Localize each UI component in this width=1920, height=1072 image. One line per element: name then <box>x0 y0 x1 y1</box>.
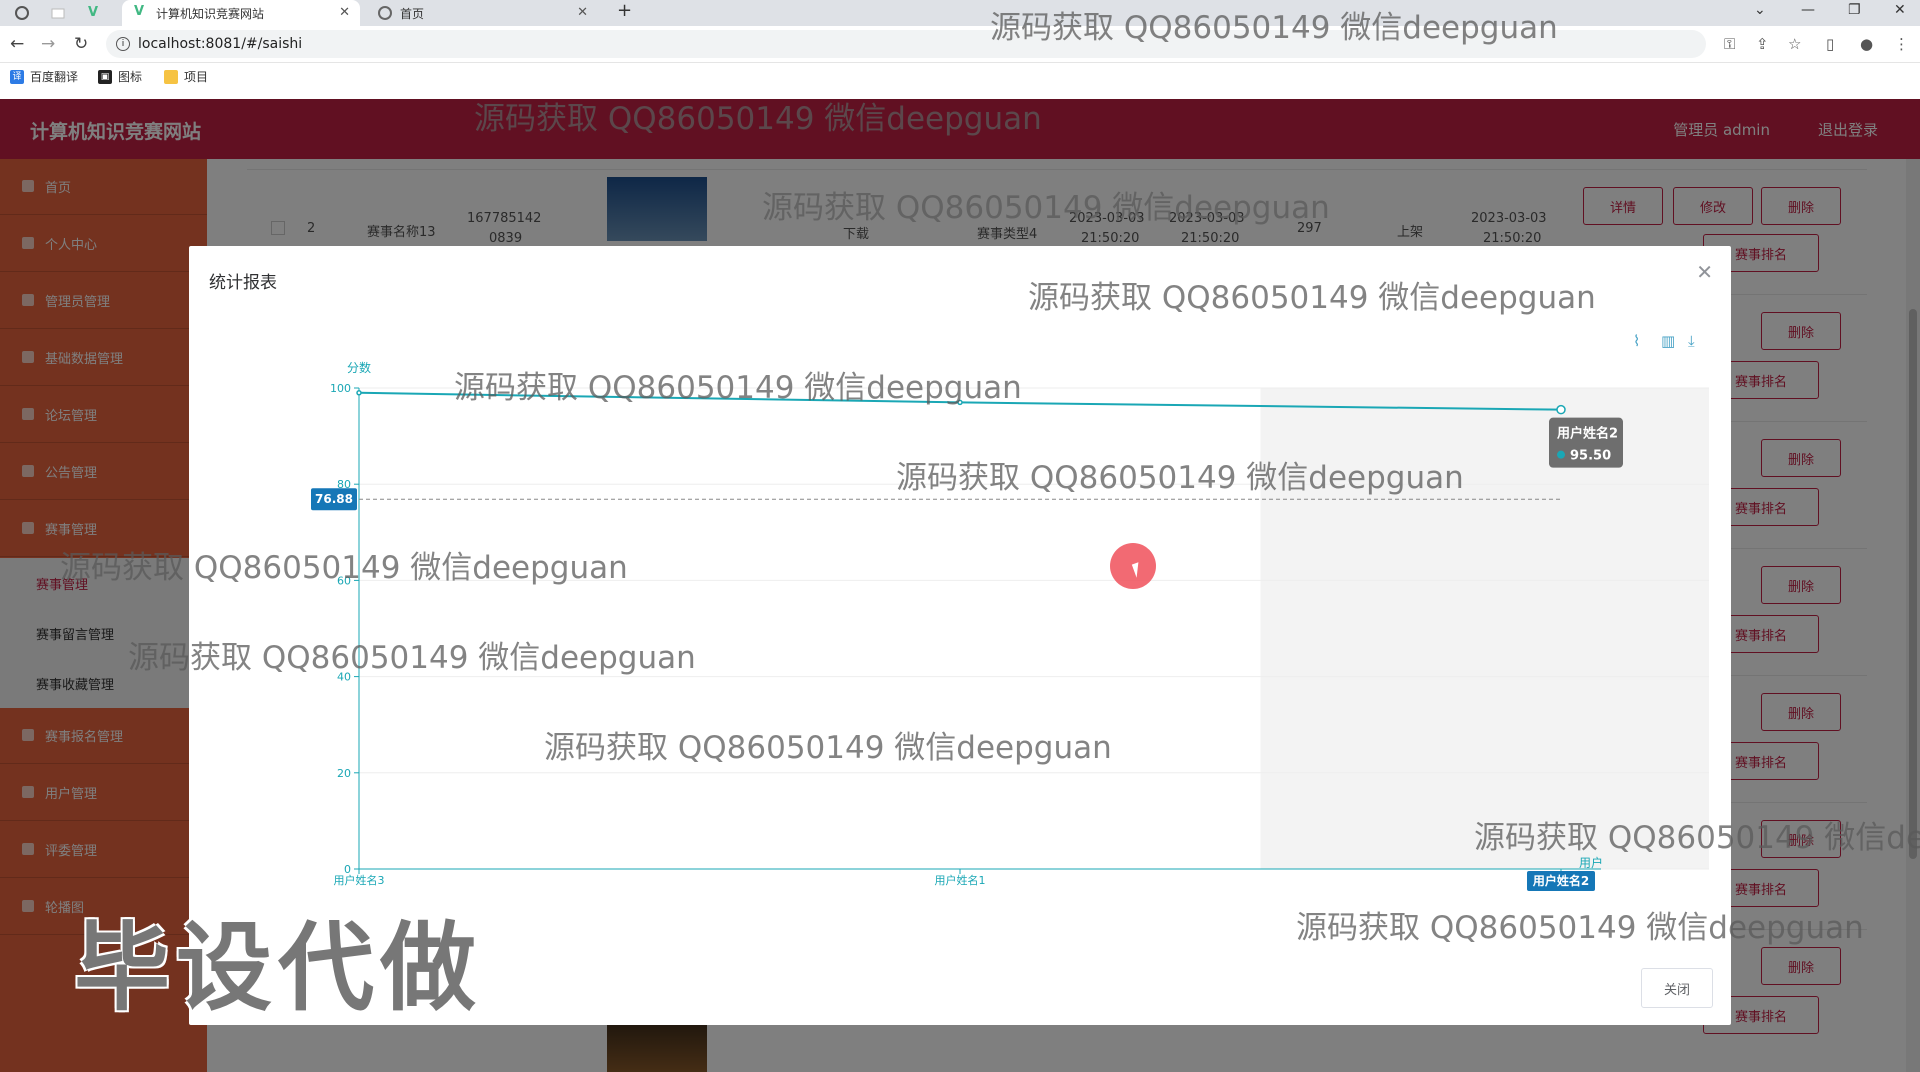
bookmark-label: 图标 <box>118 70 143 84</box>
button-label: 关闭 <box>1663 982 1690 998</box>
watermark: 源码获取 QQ86050149 微信deepguan <box>1028 280 1596 316</box>
menu-icon[interactable]: ⋮ <box>1894 35 1909 53</box>
vue-favicon-icon[interactable]: V <box>88 5 104 21</box>
globe-icon <box>378 6 392 20</box>
restore-icon[interactable]: ❐ <box>1848 2 1861 18</box>
watermark: 源码获取 QQ86050149 微信deepguan <box>474 101 1042 137</box>
key-icon[interactable]: ⚿ <box>1724 35 1735 53</box>
star-icon[interactable]: ☆ <box>1788 35 1801 53</box>
folder-icon <box>164 69 178 84</box>
back-icon[interactable]: ← <box>10 34 24 54</box>
watermark: 源码获取 QQ86050149 微信deepguan <box>60 550 628 586</box>
watermark: 源码获取 QQ86050149 微信deepguan <box>896 460 1464 496</box>
bookmark-folder[interactable]: 项目 <box>164 68 208 85</box>
close-tab-icon[interactable]: ✕ <box>339 5 350 20</box>
translate-icon: 译 <box>10 69 24 84</box>
close-window-icon[interactable]: ✕ <box>1894 2 1906 18</box>
y-axis: 020406080100 <box>330 382 360 876</box>
close-tab-icon[interactable]: ✕ <box>577 5 588 20</box>
image-icon: ▣ <box>98 69 112 84</box>
y-axis-label: 分数 <box>347 360 371 375</box>
close-button[interactable]: 关闭 <box>1641 968 1713 1008</box>
x-axis: 用户姓名3 用户姓名1 <box>334 868 1601 887</box>
watermark: 源码获取 QQ86050149 微信deepguan <box>762 190 1330 226</box>
bookmark-label: 百度翻译 <box>30 70 79 84</box>
big-watermark: 毕设代做 <box>74 912 482 1024</box>
highlighted-category-label: 用户姓名2 <box>1532 873 1589 888</box>
profile-icon[interactable]: ● <box>1860 35 1873 53</box>
tab-home[interactable]: 首页 ✕ <box>366 0 598 26</box>
watermark: 源码获取 QQ86050149 微信deepguan <box>128 640 696 676</box>
new-tab-icon[interactable]: + <box>617 0 632 21</box>
vue-favicon-icon: V <box>134 4 145 19</box>
x-axis-label: 用户 <box>1579 855 1603 870</box>
tab-active[interactable]: V 计算机知识竞赛网站 ✕ <box>122 0 360 26</box>
watermark: 源码获取 QQ86050149 微信deepguan <box>990 10 1558 46</box>
sidepanel-icon[interactable]: ▯ <box>1826 35 1834 53</box>
site-info-icon[interactable]: i <box>116 37 130 51</box>
bookmarks-bar: 译 百度翻译 ▣ 图标 项目 <box>0 63 1920 89</box>
bookmark-icons[interactable]: ▣ 图标 <box>98 68 142 85</box>
forward-icon[interactable]: → <box>41 34 55 54</box>
pinned-tab-blank-icon[interactable] <box>50 5 66 21</box>
reload-icon[interactable]: ↻ <box>74 34 88 54</box>
y-tick-label: 20 <box>337 767 351 780</box>
watermark: 源码获取 QQ86050149 微信deepguan <box>1474 820 1920 856</box>
tooltip-category: 用户姓名2 <box>1556 426 1618 442</box>
watermark: 源码获取 QQ86050149 微信deepguan <box>1296 910 1864 946</box>
watermark: 源码获取 QQ86050149 微信deepguan <box>544 730 1112 766</box>
tab-search-icon[interactable]: ⌄ <box>1754 2 1766 18</box>
x-tick-label: 用户姓名1 <box>935 873 986 887</box>
tab-title: 计算机知识竞赛网站 <box>156 6 265 21</box>
address-bar: ← → ↻ i localhost:8081/#/saishi ⚿ ⇪ ☆ ▯ … <box>0 26 1920 63</box>
y-tick-label: 100 <box>330 382 351 395</box>
url-text: localhost:8081/#/saishi <box>138 36 303 52</box>
share-icon[interactable]: ⇪ <box>1756 35 1769 53</box>
browser-tab-bar: V V 计算机知识竞赛网站 ✕ 首页 ✕ + ⌄ — ❐ ✕ <box>0 0 1920 26</box>
x-tick-label: 用户姓名3 <box>334 873 385 887</box>
minimize-icon[interactable]: — <box>1801 2 1815 18</box>
data-point <box>1556 404 1566 415</box>
watermark: 源码获取 QQ86050149 微信deepguan <box>454 370 1022 406</box>
bookmark-label: 项目 <box>184 70 209 84</box>
average-marker-label: 76.88 <box>315 492 353 506</box>
pinned-tab-icon[interactable] <box>14 5 30 21</box>
data-point <box>356 390 362 396</box>
bookmark-translate[interactable]: 译 百度翻译 <box>10 68 78 85</box>
tab-title: 首页 <box>400 6 425 21</box>
tooltip-marker <box>1557 450 1565 459</box>
tooltip-value: 95.50 <box>1570 449 1611 464</box>
